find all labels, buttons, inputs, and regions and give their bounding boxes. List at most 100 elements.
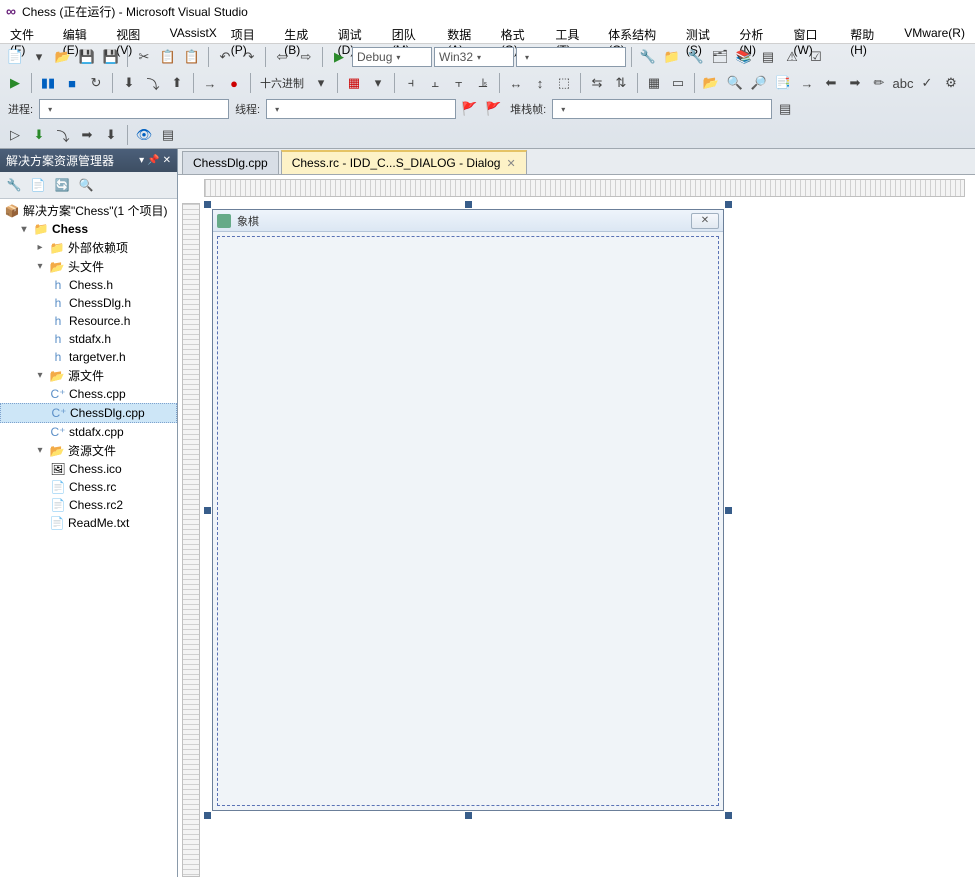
show-all-icon[interactable]: 📄: [28, 175, 48, 195]
properties-icon[interactable]: 🔧: [685, 46, 707, 68]
config-combo[interactable]: Debug▾: [352, 47, 432, 67]
resource-file[interactable]: 📄Chess.rc2: [0, 496, 177, 514]
header-file[interactable]: hResource.h: [0, 312, 177, 330]
resource-file[interactable]: 📄Chess.rc: [0, 478, 177, 496]
same-size-icon[interactable]: ⬚: [553, 72, 575, 94]
class-view-icon[interactable]: 🗂: [709, 46, 731, 68]
toolbox-icon[interactable]: 🔧: [637, 46, 659, 68]
va-snippet-icon[interactable]: abc: [892, 72, 914, 94]
menu-debug[interactable]: 调试(D): [332, 24, 384, 41]
va-find-ref-icon[interactable]: 🔍: [724, 72, 746, 94]
close-panel-icon[interactable]: ✕: [163, 155, 171, 166]
save-all-icon[interactable]: 💾: [100, 46, 122, 68]
menu-format[interactable]: 格式(O): [495, 24, 548, 41]
thread-combo[interactable]: ▾: [266, 99, 456, 119]
resize-handle[interactable]: [204, 201, 211, 208]
debug-step-icon[interactable]: ▷: [4, 124, 26, 146]
resources-folder[interactable]: ▾📂资源文件: [0, 441, 177, 460]
menu-edit[interactable]: 编辑(E): [57, 24, 108, 41]
nav-back-icon[interactable]: ⇦: [271, 46, 293, 68]
undo-icon[interactable]: ↶: [214, 46, 236, 68]
toggle-grid-icon[interactable]: ▦: [643, 72, 665, 94]
align-right-icon[interactable]: ⫠: [424, 72, 446, 94]
space-across-icon[interactable]: ⇆: [586, 72, 608, 94]
menu-test[interactable]: 测试(S): [680, 24, 731, 41]
va-options-icon[interactable]: ⚙: [940, 72, 962, 94]
output-icon[interactable]: ▤: [757, 46, 779, 68]
resize-handle[interactable]: [204, 507, 211, 514]
menu-window[interactable]: 窗口(W): [787, 24, 842, 41]
step-out-icon[interactable]: ⬆: [166, 72, 188, 94]
va-open-icon[interactable]: 📂: [700, 72, 722, 94]
sources-folder[interactable]: ▾📂源文件: [0, 366, 177, 385]
va-nav-back-icon[interactable]: ⬅: [820, 72, 842, 94]
solution-explorer-icon[interactable]: 📁: [661, 46, 683, 68]
resize-handle[interactable]: [465, 812, 472, 819]
space-down-icon[interactable]: ⇅: [610, 72, 632, 94]
horizontal-ruler[interactable]: [204, 179, 965, 197]
va-outline-icon[interactable]: 📑: [772, 72, 794, 94]
align-bottom-icon[interactable]: ⫡: [472, 72, 494, 94]
find-combo[interactable]: ▾: [516, 47, 626, 67]
debug-cursor-icon[interactable]: ⬇: [100, 124, 122, 146]
same-width-icon[interactable]: ↔: [505, 72, 527, 94]
menu-file[interactable]: 文件(F): [4, 24, 55, 41]
readme-file[interactable]: 📄ReadMe.txt: [0, 514, 177, 532]
save-icon[interactable]: 💾: [76, 46, 98, 68]
header-file[interactable]: hChess.h: [0, 276, 177, 294]
step-over-icon[interactable]: ⤵: [142, 72, 164, 94]
layout-dropdown-icon[interactable]: ▾: [367, 72, 389, 94]
process-combo[interactable]: ▾: [39, 99, 229, 119]
menu-architecture[interactable]: 体系结构(C): [602, 24, 678, 41]
va-refactor-icon[interactable]: ✏: [868, 72, 890, 94]
dialog-canvas[interactable]: 象棋 ✕: [208, 205, 728, 815]
hex-label[interactable]: 十六进制: [256, 75, 308, 91]
resize-handle[interactable]: [204, 812, 211, 819]
breakpoint-icon[interactable]: ●: [223, 72, 245, 94]
copy-icon[interactable]: 📋: [157, 46, 179, 68]
thread-flag2-icon[interactable]: 🚩: [482, 98, 504, 120]
va-spell-icon[interactable]: ✓: [916, 72, 938, 94]
hex-dropdown-icon[interactable]: ▾: [310, 72, 332, 94]
pin-icon[interactable]: 📌: [147, 155, 159, 166]
close-tab-icon[interactable]: ✕: [506, 157, 515, 170]
header-file[interactable]: htargetver.h: [0, 348, 177, 366]
debug-locals-icon[interactable]: ▤: [157, 124, 179, 146]
error-list-icon[interactable]: ⚠: [781, 46, 803, 68]
resize-handle[interactable]: [725, 201, 732, 208]
dialog-preview[interactable]: 象棋 ✕: [212, 209, 724, 811]
menu-team[interactable]: 团队(M): [386, 24, 439, 41]
stackframe-combo[interactable]: ▾: [552, 99, 772, 119]
headers-folder[interactable]: ▾📂头文件: [0, 257, 177, 276]
object-browser-icon[interactable]: 📚: [733, 46, 755, 68]
resource-file[interactable]: 🖼Chess.ico: [0, 460, 177, 478]
menu-tools[interactable]: 工具(T): [549, 24, 600, 41]
debug-out-icon[interactable]: ➡: [76, 124, 98, 146]
va-goto-icon[interactable]: →: [796, 72, 818, 94]
menu-data[interactable]: 数据(A): [441, 24, 492, 41]
step-into-icon[interactable]: ⬇: [118, 72, 140, 94]
dialog-close-button[interactable]: ✕: [691, 213, 719, 229]
restart-icon[interactable]: ↻: [85, 72, 107, 94]
break-all-icon[interactable]: ▮▮: [37, 72, 59, 94]
cut-icon[interactable]: ✂: [133, 46, 155, 68]
platform-combo[interactable]: Win32▾: [434, 47, 514, 67]
source-file[interactable]: C⁺ChessDlg.cpp: [0, 403, 177, 423]
code-view-icon[interactable]: 🔍: [76, 175, 96, 195]
properties-btn-icon[interactable]: 🔧: [4, 175, 24, 195]
redo-icon[interactable]: ↷: [238, 46, 260, 68]
ext-deps-node[interactable]: ▸📁外部依赖项: [0, 238, 177, 257]
resize-handle[interactable]: [725, 812, 732, 819]
menu-help[interactable]: 帮助(H): [844, 24, 896, 41]
refresh-icon[interactable]: 🔄: [52, 175, 72, 195]
source-file[interactable]: C⁺stdafx.cpp: [0, 423, 177, 441]
nav-fwd-icon[interactable]: ⇨: [295, 46, 317, 68]
menu-view[interactable]: 视图(V): [110, 24, 161, 41]
debug-into-icon[interactable]: ⬇: [28, 124, 50, 146]
show-next-stmt-icon[interactable]: →: [199, 72, 221, 94]
stop-debug-icon[interactable]: ■: [61, 72, 83, 94]
dialog-client-area[interactable]: [217, 236, 719, 806]
toggle-guides-icon[interactable]: ▭: [667, 72, 689, 94]
menu-build[interactable]: 生成(B): [278, 24, 329, 41]
same-height-icon[interactable]: ↕: [529, 72, 551, 94]
